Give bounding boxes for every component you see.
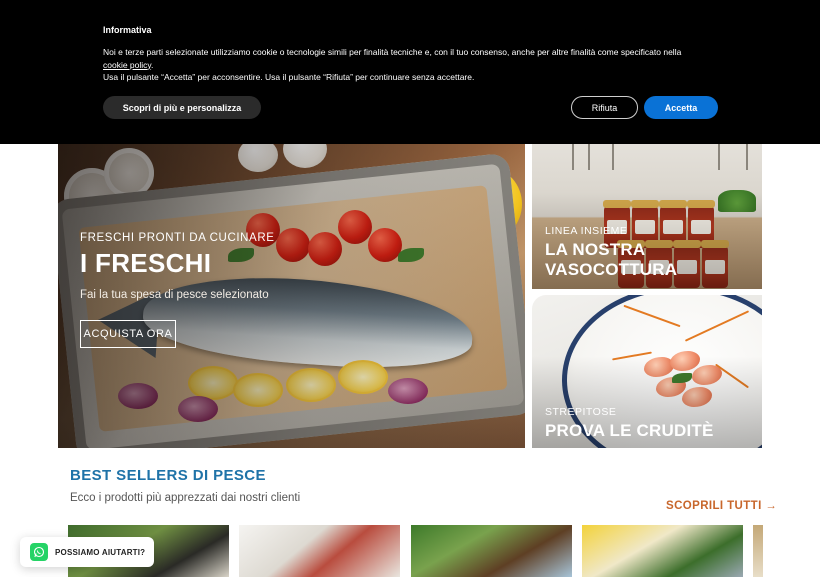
- whatsapp-icon-glyph: [33, 546, 45, 558]
- hero-subtitle: Fai la tua spesa di pesce selezionato: [80, 289, 269, 301]
- reject-button[interactable]: Rifiuta: [571, 96, 638, 119]
- tile-title-line: VASOCOTTURA: [545, 260, 678, 279]
- tile-vasocottura[interactable]: LINEA INSIEME LA NOSTRA VASOCOTTURA: [532, 128, 762, 289]
- tile-kicker: LINEA INSIEME: [545, 225, 628, 237]
- hero-banner-freschi[interactable]: FRESCHI PRONTI DA CUCINARE I FRESCHI Fai…: [58, 128, 525, 448]
- product-card-image[interactable]: [239, 525, 400, 577]
- tile-kicker: STREPITOSE: [545, 406, 617, 418]
- best-sellers-subtitle: Ecco i prodotti più apprezzati dai nostr…: [70, 492, 301, 504]
- see-all-link[interactable]: SCOPRILI TUTTI →: [666, 500, 777, 512]
- cookie-text-line2: Usa il pulsante “Accetta” per acconsenti…: [103, 72, 475, 82]
- cookie-text-line1-end: .: [151, 59, 154, 70]
- tile-title-line: PROVA LE CRUDITÈ: [545, 421, 714, 440]
- whatsapp-help-button[interactable]: POSSIAMO AIUTARTI?: [20, 537, 154, 567]
- whatsapp-icon: [30, 543, 48, 561]
- cookie-text: Noi e terze parti selezionate utilizziam…: [103, 46, 743, 84]
- best-sellers-title: BEST SELLERS DI PESCE: [70, 467, 266, 484]
- tile-crudite[interactable]: STREPITOSE PROVA LE CRUDITÈ: [532, 295, 762, 448]
- accept-button[interactable]: Accetta: [644, 96, 718, 119]
- whatsapp-label: POSSIAMO AIUTARTI?: [55, 547, 146, 557]
- hero-title: I FRESCHI: [80, 248, 212, 278]
- cookie-banner: Informativa Noi e terze parti selezionat…: [0, 0, 820, 144]
- product-card-image[interactable]: [753, 525, 763, 577]
- tile-title-line: LA NOSTRA: [545, 240, 646, 259]
- cookie-text-line1: Noi e terze parti selezionate utilizziam…: [103, 47, 682, 57]
- hero-overlay: [58, 128, 525, 448]
- cookie-policy-link[interactable]: cookie policy: [103, 60, 151, 70]
- buy-now-button[interactable]: ACQUISTA ORA: [80, 320, 176, 348]
- hero-kicker: FRESCHI PRONTI DA CUCINARE: [80, 232, 275, 244]
- product-card-image[interactable]: [411, 525, 572, 577]
- customize-button[interactable]: Scopri di più e personalizza: [103, 96, 261, 119]
- product-card-image[interactable]: [582, 525, 743, 577]
- cookie-title: Informativa: [103, 25, 152, 35]
